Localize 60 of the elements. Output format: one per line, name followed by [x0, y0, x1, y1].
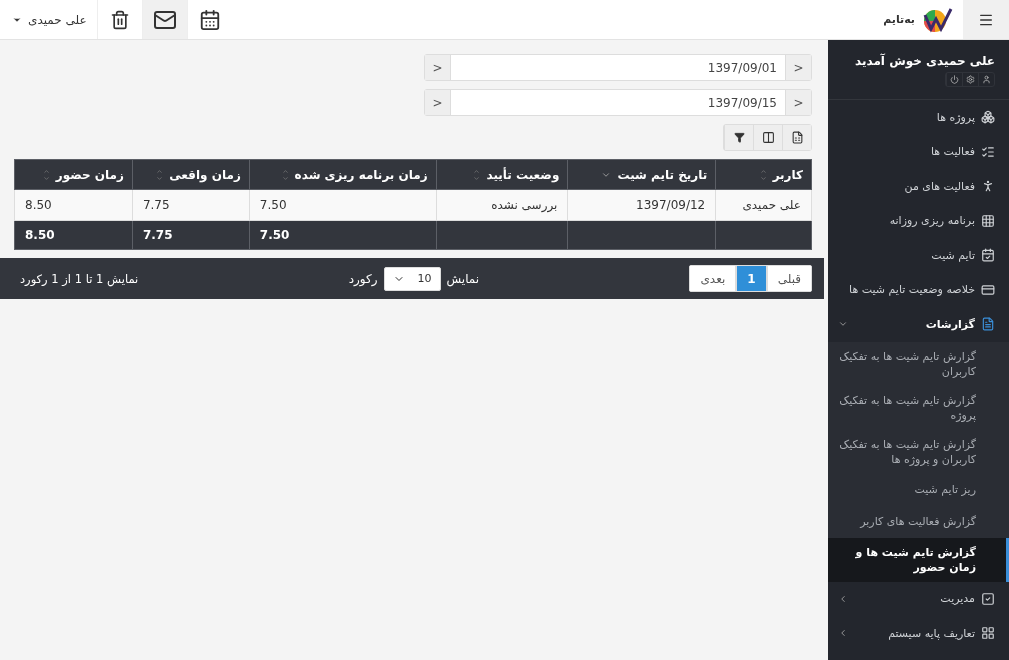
sidebar-item[interactable]: فعالیت های من: [828, 169, 1009, 204]
sidebar-item[interactable]: گزارشات: [828, 307, 1009, 342]
sidebar-item[interactable]: فعالیت ها: [828, 134, 1009, 169]
sidebar-item[interactable]: مدیریت: [828, 581, 1009, 616]
total-cell: 7.75: [132, 220, 250, 250]
records-label: رکورد: [348, 271, 378, 286]
person-icon: [981, 179, 995, 194]
date-field[interactable]: 1397/09/15: [450, 90, 786, 115]
grid-icon: [981, 213, 995, 228]
sidebar-item[interactable]: پروژه ها: [828, 100, 1009, 135]
sidebar-item[interactable]: برنامه ریزی روزانه: [828, 203, 1009, 238]
column-header[interactable]: زمان حضور: [14, 159, 133, 190]
chevron-left-icon: [838, 593, 848, 604]
chevron-left-icon: [838, 628, 848, 639]
table-cell: 7.50: [249, 189, 437, 221]
column-header[interactable]: وضعیت تأیید: [436, 159, 568, 190]
filter-icon: [733, 132, 745, 143]
table-cell: 1397/09/12: [567, 189, 716, 221]
sidebar-item[interactable]: تعاریف پایه سیستم: [828, 616, 1009, 651]
column-header[interactable]: تاریخ تایم شیت: [567, 159, 716, 190]
mail-button[interactable]: [141, 0, 187, 39]
trash-icon: [109, 9, 130, 30]
boxes-icon: [981, 110, 995, 125]
checkbox-icon: [981, 591, 995, 606]
sidebar-subitem[interactable]: گزارش تایم شیت ها به تفکیک کاربران و پروژه ها: [828, 429, 1009, 474]
table-cell: بررسی نشده: [436, 189, 568, 221]
sidebar-item[interactable]: تایم شیت: [828, 238, 1009, 273]
excel-export-button[interactable]: [782, 125, 811, 150]
date-field[interactable]: 1397/09/01: [450, 55, 786, 80]
column-header[interactable]: کاربر: [715, 159, 812, 190]
column-header[interactable]: زمان برنامه ریزی شده: [249, 159, 437, 190]
logo-text: به‌تایم: [883, 13, 915, 26]
columns-icon: [761, 131, 775, 144]
tiles-icon: [981, 626, 995, 641]
show-label: نمایش: [446, 271, 480, 286]
calendar-icon: [198, 8, 221, 31]
document-icon: [981, 317, 995, 332]
menu-button[interactable]: [963, 0, 1009, 39]
sidebar-subitem[interactable]: گزارش تایم شیت ها به تفکیک پروژه: [828, 385, 1009, 430]
table-cell: 8.50: [14, 189, 133, 221]
sidebar-subitem[interactable]: گزارش تایم شیت ها به تفکیک کاربران: [828, 341, 1009, 386]
calendar-check-icon: [981, 248, 995, 263]
power-icon[interactable]: [946, 73, 962, 86]
page-size-select[interactable]: 10: [383, 266, 441, 291]
records-info: نمایش 1 تا 1 از 1 رکورد: [20, 271, 139, 286]
previous-page-button[interactable]: قبلی: [766, 265, 812, 292]
next-page-button[interactable]: بعدی: [689, 265, 737, 292]
column-header[interactable]: زمان واقعی: [132, 159, 250, 190]
welcome-text: علی حمیدی خوش آمدید: [855, 54, 995, 68]
spreadsheet-file-icon: [790, 131, 804, 144]
sidebar-subitem[interactable]: گزارش تایم شیت ها و زمان حضور: [828, 537, 1009, 582]
card-icon: [981, 282, 995, 297]
table-cell: علی حمیدی: [715, 189, 812, 221]
total-cell: 7.50: [249, 220, 437, 250]
table-cell: 7.75: [132, 189, 250, 221]
sidebar-subitem[interactable]: ریز تایم شیت: [828, 473, 1009, 506]
sidebar-subitem[interactable]: گزارش فعالیت های کاربر: [828, 505, 1009, 538]
list-icon: [981, 144, 995, 159]
sidebar-item[interactable]: خلاصه وضعیت تایم شیت ها: [828, 272, 1009, 307]
total-cell: 8.50: [14, 220, 133, 250]
